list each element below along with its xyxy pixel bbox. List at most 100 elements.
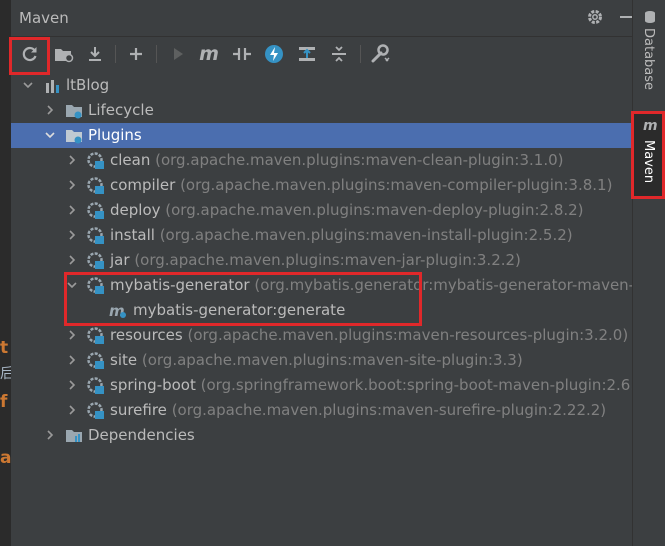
plugin-coordinates: (org.apache.maven.plugins:maven-clean-pl… [155, 151, 564, 169]
chevron-right-icon[interactable] [67, 380, 77, 390]
plugin-name: site [110, 351, 138, 369]
maven-tool-window: Maven m ltBlog Lifecycle Plugins clean (… [11, 0, 665, 546]
chevron-right-icon[interactable] [67, 330, 77, 340]
add-icon[interactable] [123, 41, 149, 67]
tree-row-plugin[interactable]: clean (org.apache.maven.plugins:maven-cl… [11, 148, 632, 173]
right-tool-strip: Database m Maven [632, 0, 665, 546]
tree-row-plugin[interactable]: deploy (org.apache.maven.plugins:maven-d… [11, 198, 632, 223]
editor-fragment: a [0, 448, 11, 468]
maven-project-icon [46, 80, 59, 93]
plugin-coordinates: (org.apache.maven.plugins:maven-surefire… [171, 401, 607, 419]
chevron-down-icon[interactable] [67, 280, 77, 290]
plugin-coordinates: (org.apache.maven.plugins:maven-install-… [159, 226, 573, 244]
plugin-name: jar [110, 251, 130, 269]
maven-tab-icon: m [643, 118, 658, 134]
chevron-right-icon[interactable] [67, 180, 77, 190]
plugin-coordinates: (org.springframework.boot:spring-boot-ma… [200, 376, 651, 394]
tree-row-plugin[interactable]: compiler (org.apache.maven.plugins:maven… [11, 173, 632, 198]
collapse-all-icon[interactable] [326, 41, 352, 67]
tool-window-header: Maven [11, 0, 632, 37]
tree-row-plugins[interactable]: Plugins [11, 123, 632, 148]
plugin-coordinates: (org.apache.maven.plugins:maven-resource… [187, 326, 629, 344]
generate-sources-icon[interactable] [51, 41, 77, 67]
maven-plugin-icon [87, 277, 104, 294]
download-icon[interactable] [82, 41, 108, 67]
plugin-name: compiler [110, 176, 176, 194]
toggle-offline-icon[interactable] [229, 41, 255, 67]
plugin-coordinates: (org.apache.maven.plugins:maven-jar-plug… [134, 251, 521, 269]
chevron-right-icon[interactable] [67, 205, 77, 215]
toolbar-separator [360, 45, 361, 63]
toolbar-separator [115, 45, 116, 63]
maven-plugin-icon [87, 202, 104, 219]
chevron-down-icon[interactable] [23, 80, 33, 90]
tree-row-dependencies[interactable]: Dependencies [11, 423, 632, 448]
lifecycle-label: Lifecycle [88, 101, 154, 119]
tree-row-plugin[interactable]: install (org.apache.maven.plugins:maven-… [11, 223, 632, 248]
plugin-name: resources [110, 326, 183, 344]
chevron-right-icon[interactable] [67, 405, 77, 415]
plugin-name: install [110, 226, 155, 244]
folder-gear-icon [66, 130, 82, 144]
dependencies-label: Dependencies [88, 426, 195, 444]
maven-goal-icon: m [109, 302, 126, 320]
chevron-right-icon[interactable] [67, 355, 77, 365]
database-tab[interactable]: Database [633, 6, 665, 101]
run-icon[interactable] [165, 41, 191, 67]
plugin-name: clean [110, 151, 151, 169]
tree-row-plugin[interactable]: surefire (org.apache.maven.plugins:maven… [11, 398, 632, 423]
plugin-name: spring-boot [110, 376, 196, 394]
plugin-coordinates: (org.mybatis.generator:mybatis-generator… [254, 276, 665, 294]
gear-icon[interactable] [585, 8, 605, 28]
show-dependencies-icon[interactable] [294, 41, 320, 67]
maven-plugin-icon [87, 227, 104, 244]
editor-fragment: t [0, 338, 9, 358]
folder-gear-icon [66, 105, 82, 119]
plugin-name: surefire [110, 401, 167, 419]
goal-label: mybatis-generator:generate [133, 301, 346, 319]
tool-window-title: Maven [19, 9, 69, 27]
tree-row-lifecycle[interactable]: Lifecycle [11, 98, 632, 123]
maven-tab[interactable]: m Maven [633, 112, 665, 196]
maven-toolbar: m [11, 37, 632, 71]
tree-row-plugin[interactable]: site (org.apache.maven.plugins:maven-sit… [11, 348, 632, 373]
plugin-name: deploy [110, 201, 161, 219]
tree-row-plugin-expanded[interactable]: mybatis-generator (org.mybatis.generator… [11, 273, 665, 298]
dependencies-icon [66, 430, 82, 442]
tree-row-plugin[interactable]: spring-boot (org.springframework.boot:sp… [11, 373, 651, 398]
maven-plugin-icon [87, 402, 104, 419]
settings-wrench-icon[interactable] [368, 41, 394, 67]
chevron-down-icon[interactable] [45, 130, 55, 140]
database-icon [645, 11, 655, 23]
editor-fragment: f [0, 392, 8, 412]
editor-fragment: 后 [0, 366, 11, 382]
maven-plugin-icon [87, 177, 104, 194]
chevron-right-icon[interactable] [67, 255, 77, 265]
tree-row-goal[interactable]: m mybatis-generator:generate [11, 298, 632, 323]
toolbar-separator [156, 45, 157, 63]
maven-goal-icon[interactable]: m [196, 41, 222, 67]
chevron-right-icon[interactable] [67, 230, 77, 240]
maven-plugin-icon [87, 152, 104, 169]
maven-plugin-icon [87, 327, 104, 344]
skip-tests-icon[interactable] [261, 41, 287, 67]
plugin-coordinates: (org.apache.maven.plugins:maven-compiler… [180, 176, 613, 194]
chevron-right-icon[interactable] [45, 430, 55, 440]
tree-row-plugin[interactable]: jar (org.apache.maven.plugins:maven-jar-… [11, 248, 632, 273]
tree-row-plugin[interactable]: resources (org.apache.maven.plugins:mave… [11, 323, 632, 348]
maven-plugin-icon [87, 377, 104, 394]
plugin-coordinates: (org.apache.maven.plugins:maven-site-plu… [141, 351, 523, 369]
maven-plugin-icon [87, 352, 104, 369]
project-name: ltBlog [66, 76, 110, 94]
maven-plugin-icon [87, 252, 104, 269]
editor-edge: t 后 f a [0, 0, 11, 546]
chevron-right-icon[interactable] [67, 155, 77, 165]
database-tab-label: Database [641, 28, 656, 91]
plugin-name: mybatis-generator [110, 276, 250, 294]
reload-icon[interactable] [17, 41, 43, 67]
chevron-right-icon[interactable] [45, 105, 55, 115]
tree-row-project[interactable]: ltBlog [11, 73, 632, 98]
plugin-coordinates: (org.apache.maven.plugins:maven-deploy-p… [165, 201, 584, 219]
maven-tab-label: Maven [641, 140, 656, 184]
plugins-label: Plugins [88, 126, 142, 144]
